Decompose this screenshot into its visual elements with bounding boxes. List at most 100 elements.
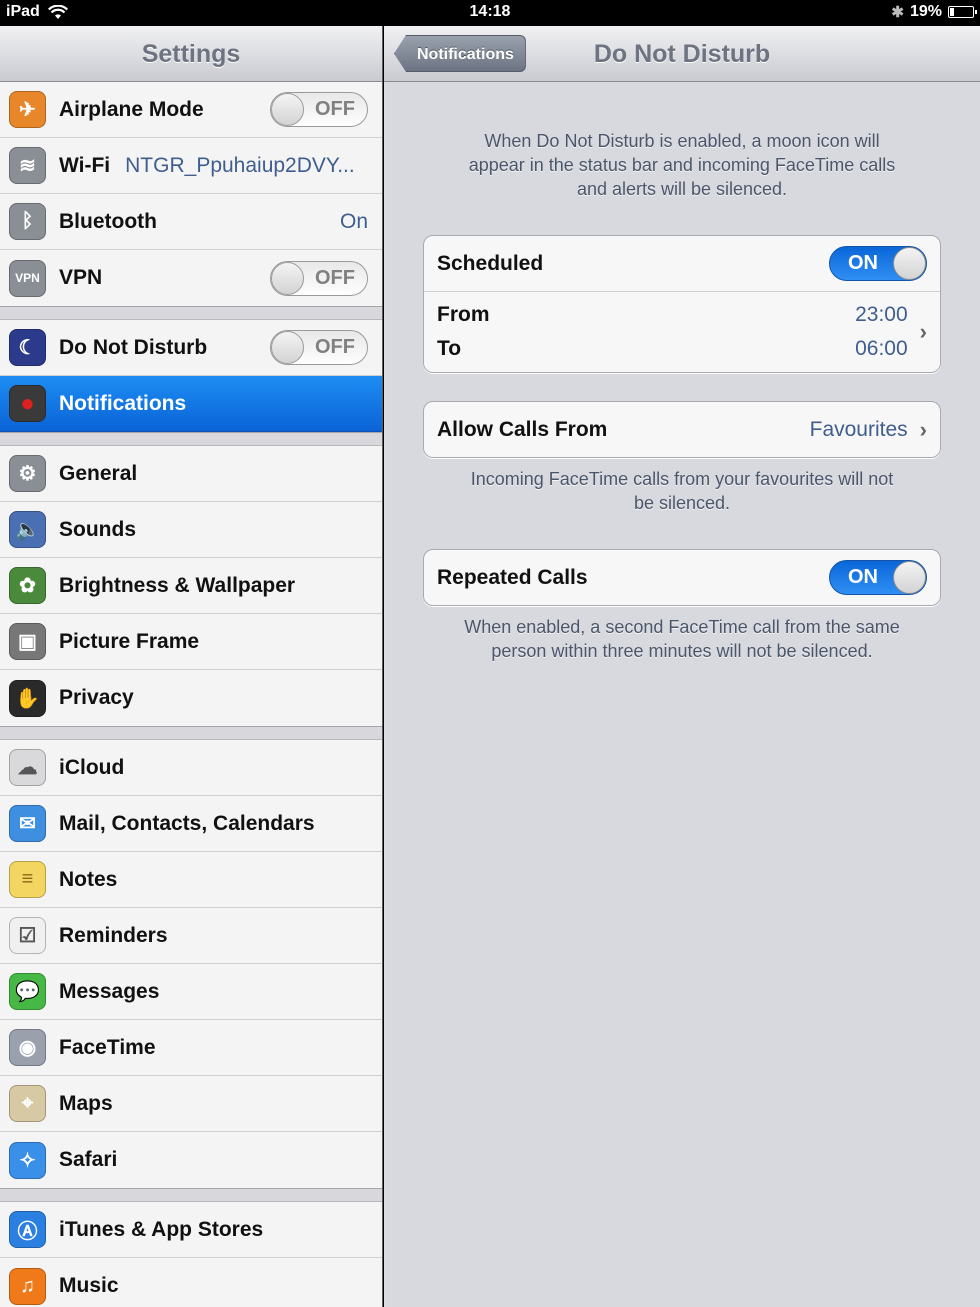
sidebar-item-label: Mail, Contacts, Calendars	[59, 811, 315, 835]
sidebar-item-label: Wi-Fi	[59, 153, 111, 177]
sidebar-item-label: Picture Frame	[59, 629, 200, 653]
switch-knob	[271, 93, 304, 126]
sidebar-item-label: Do Not Disturb	[59, 335, 208, 359]
music-icon: ♫	[9, 1267, 46, 1305]
group-separator	[0, 1189, 382, 1202]
sidebar-item-reminders[interactable]: ☑ Reminders	[0, 908, 382, 964]
sidebar-item-messages[interactable]: 💬 Messages	[0, 964, 382, 1020]
reminders-icon: ☑	[9, 917, 46, 954]
sidebar-item-bluetooth[interactable]: ᛒ Bluetooth On	[0, 194, 382, 250]
sidebar-item-facetime[interactable]: ◉ FaceTime	[0, 1020, 382, 1076]
settings-group: ⒶiTunes & App Stores ♫ Music	[0, 1202, 382, 1307]
allow-calls-note: Incoming FaceTime calls from your favour…	[470, 469, 894, 513]
sidebar-item-do-not-disturb[interactable]: ☾ Do Not Disturb OFF	[0, 320, 382, 376]
speaker-icon: 🔈	[9, 511, 46, 548]
sidebar-item-wi-fi[interactable]: ≋ Wi-Fi NTGR_Ppuhaiup2DVY...	[0, 138, 382, 194]
sidebar-item-maps[interactable]: ⌖ Maps	[0, 1076, 382, 1132]
picture-frame-icon: ▣	[9, 623, 46, 660]
sidebar-item-general[interactable]: ⚙ General	[0, 446, 382, 502]
moon-icon: ☾	[9, 329, 46, 366]
switch-knob	[893, 247, 926, 280]
allow-calls-card: Allow Calls From Favourites ›	[423, 401, 941, 458]
sidebar-item-safari[interactable]: ✧ Safari	[0, 1132, 382, 1188]
scheduled-card: Scheduled ON From To 23:00 06:00 ›	[423, 235, 941, 373]
bluetooth-status-icon: ✱	[891, 4, 904, 21]
chevron-right-icon: ›	[919, 319, 927, 344]
sidebar-item-picture-frame[interactable]: ▣ Picture Frame	[0, 614, 382, 670]
vpn-icon: VPN	[9, 259, 46, 297]
detail-panel: Do Not Disturb Notifications When Do Not…	[384, 26, 980, 1307]
safari-icon: ✧	[9, 1141, 46, 1179]
sidebar-item-label: General	[59, 461, 138, 485]
settings-group: ✈ Airplane Mode OFF ≋ Wi-Fi NTGR_Ppuhaiup2DVY…	[0, 82, 382, 307]
toggle-switch[interactable]: OFF	[270, 330, 368, 365]
settings-group: ⚙ General 🔈 Sounds ✿ Brightness & Wallpaper ▣ P…	[0, 446, 382, 727]
sidebar-item-sounds[interactable]: 🔈 Sounds	[0, 502, 382, 558]
sidebar-item-vpn[interactable]: VPN VPN OFF	[0, 250, 382, 306]
sidebar-item-mail-contacts-calendars[interactable]: ✉ Mail, Contacts, Calendars	[0, 796, 382, 852]
sidebar-item-label: VPN	[59, 266, 103, 289]
sidebar-item-label: iCloud	[59, 755, 125, 779]
back-button[interactable]: Notifications	[394, 35, 526, 72]
to-label: To	[437, 337, 462, 360]
from-value: 23:00	[855, 303, 908, 326]
battery-percent: 19%	[909, 3, 942, 20]
sidebar-item-privacy[interactable]: ✋ Privacy	[0, 670, 382, 726]
to-value: 06:00	[855, 337, 908, 360]
scheduled-row: Scheduled ON	[424, 236, 940, 291]
detail-header: Do Not Disturb Notifications	[384, 26, 980, 82]
sidebar-item-label: Safari	[59, 1148, 118, 1171]
sidebar-item-airplane-mode[interactable]: ✈ Airplane Mode OFF	[0, 82, 382, 138]
app-store-icon: Ⓐ	[9, 1211, 46, 1248]
from-label: From	[437, 303, 490, 326]
group-separator	[0, 307, 382, 320]
group-separator	[0, 727, 382, 740]
sidebar-item-label: Music	[59, 1274, 119, 1297]
toggle-switch[interactable]: OFF	[270, 92, 368, 127]
gear-icon: ⚙	[9, 455, 46, 492]
settings-group: ☾ Do Not Disturb OFF ● Notifications	[0, 320, 382, 433]
status-time: 14:18	[469, 3, 511, 20]
repeated-calls-switch[interactable]: ON	[829, 560, 927, 595]
flower-icon: ✿	[9, 567, 46, 604]
sidebar-item-label: Airplane Mode	[59, 97, 204, 121]
toggle-switch[interactable]: OFF	[270, 260, 368, 296]
sidebar-item-label: Sounds	[59, 517, 136, 541]
hand-icon: ✋	[9, 679, 46, 717]
settings-sidebar: Settings ✈ Airplane Mode OFF ≋ Wi-Fi NTGR_Ppu…	[0, 26, 383, 1307]
maps-icon: ⌖	[9, 1085, 46, 1122]
sidebar-item-label: Messages	[59, 979, 160, 1003]
chevron-right-icon: ›	[919, 416, 927, 442]
sidebar-item-label: Bluetooth	[59, 209, 157, 233]
notifications-icon: ●	[9, 385, 46, 422]
cloud-icon: ☁	[9, 749, 46, 786]
allow-calls-row[interactable]: Allow Calls From Favourites ›	[424, 402, 940, 457]
repeated-calls-row: Repeated Calls ON	[424, 550, 940, 605]
battery-icon	[948, 6, 977, 18]
group-separator	[0, 433, 382, 446]
sidebar-item-notifications[interactable]: ● Notifications	[0, 376, 382, 432]
intro-note: When Do Not Disturb is enabled, a moon i…	[468, 131, 896, 199]
schedule-times-row[interactable]: From To 23:00 06:00 ›	[424, 291, 940, 372]
sidebar-item-label: Privacy	[59, 686, 134, 709]
sidebar-item-label: Notifications	[59, 391, 187, 415]
scheduled-label: Scheduled	[437, 251, 544, 275]
sidebar-item-brightness-wallpaper[interactable]: ✿ Brightness & Wallpaper	[0, 558, 382, 614]
switch-knob	[271, 261, 304, 295]
status-bar: iPad 14:18 ✱ 19%	[0, 0, 980, 26]
sidebar-item-label: iTunes & App Stores	[59, 1217, 264, 1241]
allow-calls-value: Favourites	[809, 417, 908, 441]
switch-knob	[893, 561, 926, 594]
sidebar-item-music[interactable]: ♫ Music	[0, 1258, 382, 1307]
sidebar-item-notes[interactable]: ≡ Notes	[0, 852, 382, 908]
sidebar-item-icloud[interactable]: ☁ iCloud	[0, 740, 382, 796]
sidebar-title: Settings	[0, 26, 382, 82]
sidebar-item-label: Reminders	[59, 923, 168, 947]
scheduled-switch[interactable]: ON	[829, 246, 927, 281]
airplane-icon: ✈	[9, 91, 46, 128]
sidebar-item-label: Maps	[59, 1091, 113, 1115]
sidebar-item-value: On	[339, 209, 368, 233]
bluetooth-icon: ᛒ	[9, 203, 46, 240]
sidebar-item-itunes-app-stores[interactable]: ⒶiTunes & App Stores	[0, 1202, 382, 1258]
settings-group: ☁ iCloud ✉ Mail, Contacts, Calendars ≡ Notes ☑…	[0, 740, 382, 1189]
